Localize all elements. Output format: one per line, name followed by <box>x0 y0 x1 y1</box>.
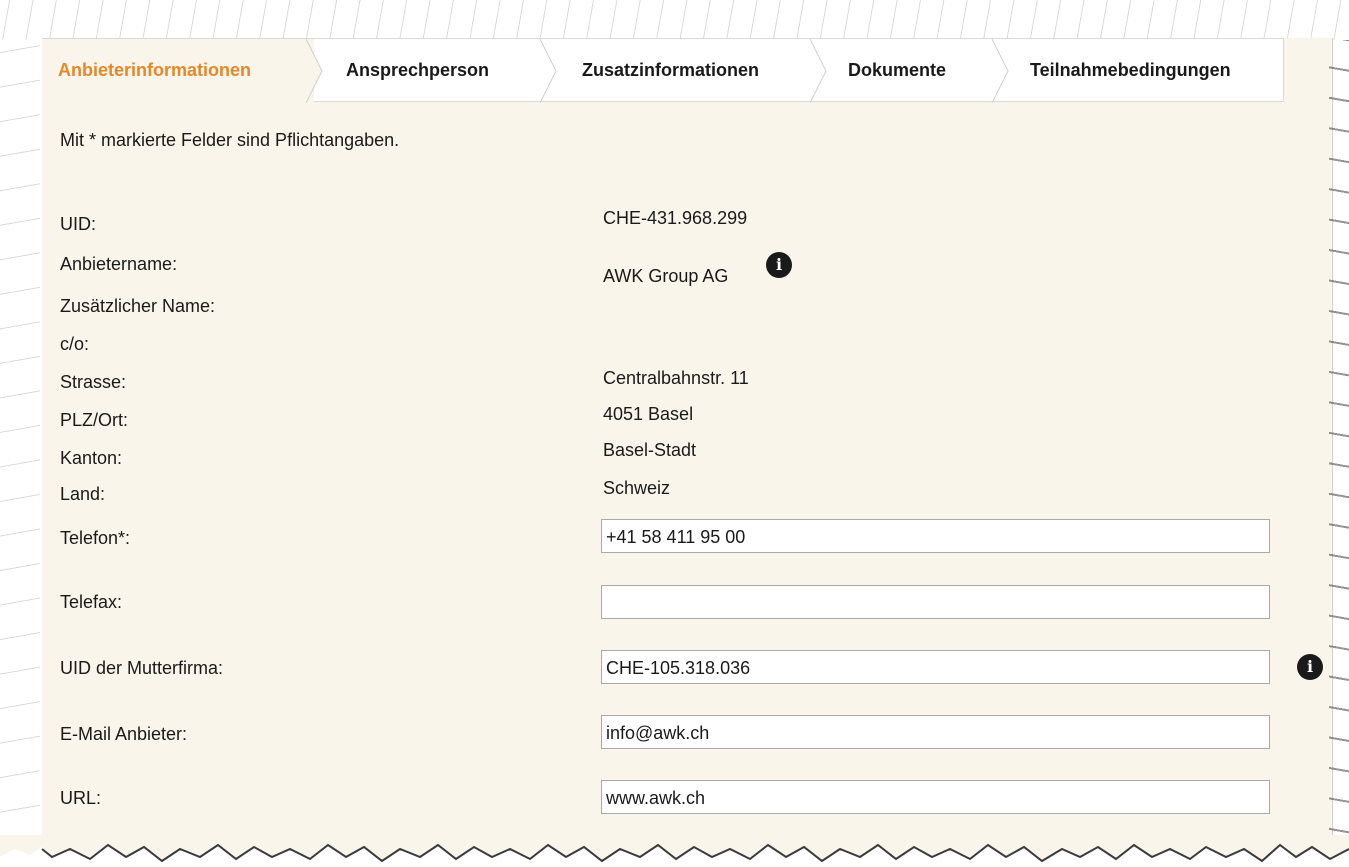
telefon-field[interactable] <box>601 519 1270 553</box>
label-strasse: Strasse: <box>60 372 127 392</box>
label-uid: UID: <box>60 214 96 234</box>
tab-separator <box>809 39 827 103</box>
tab-bar: Anbieterinformationen Ansprechperson Zus… <box>42 38 1284 103</box>
value-kanton: Basel-Stadt <box>603 440 697 460</box>
label-co: c/o: <box>60 334 90 354</box>
telefax-field[interactable] <box>601 585 1270 619</box>
value-land: Schweiz <box>603 478 671 498</box>
label-land: Land: <box>60 484 106 504</box>
torn-edge-left <box>0 40 40 840</box>
required-fields-note: Mit * markierte Felder sind Pflichtangab… <box>60 130 400 150</box>
info-icon[interactable]: i <box>766 252 792 278</box>
tab-label: Ansprechperson <box>346 59 490 80</box>
label-url: URL: <box>60 788 102 808</box>
label-plz-ort: PLZ/Ort: <box>60 410 129 430</box>
tab-separator <box>539 39 557 103</box>
value-uid: CHE-431.968.299 <box>603 208 748 228</box>
label-telefon: Telefon*: <box>60 528 131 548</box>
tab-label: Dokumente <box>848 59 947 80</box>
torn-edge-bottom <box>0 835 1349 867</box>
tab-label: Teilnahmebedingungen <box>1030 59 1231 80</box>
tab-separator <box>305 39 323 103</box>
label-uid-mutterfirma: UID der Mutterfirma: <box>60 658 224 678</box>
label-telefax: Telefax: <box>60 592 123 612</box>
tab-ansprechperson[interactable]: Ansprechperson <box>314 38 557 103</box>
torn-edge-top <box>0 0 1349 40</box>
uid-mutterfirma-field[interactable] <box>601 650 1270 684</box>
torn-edge-right <box>1329 40 1349 840</box>
label-anbietername: Anbietername: <box>60 254 178 274</box>
label-kanton: Kanton: <box>60 448 123 468</box>
value-strasse: Centralbahnstr. 11 <box>603 368 749 388</box>
tab-separator <box>991 39 1009 103</box>
tab-teilnahmebedingungen[interactable]: Teilnahmebedingungen <box>1000 38 1284 102</box>
tab-label: Anbieterinformationen <box>58 60 252 80</box>
value-plz-ort: 4051 Basel <box>603 404 694 424</box>
value-anbietername: AWK Group AG <box>603 266 729 286</box>
label-email-anbieter: E-Mail Anbieter: <box>60 724 188 744</box>
email-anbieter-field[interactable] <box>601 715 1270 749</box>
label-zusaetzlicher-name: Zusätzlicher Name: <box>60 296 216 316</box>
tab-label: Zusatzinformationen <box>582 59 760 80</box>
tab-dokumente[interactable]: Dokumente <box>818 38 1009 103</box>
tab-anbieterinformationen[interactable]: Anbieterinformationen <box>42 38 323 103</box>
url-field[interactable] <box>601 780 1270 814</box>
info-icon[interactable]: i <box>1297 654 1323 680</box>
tab-zusatzinformationen[interactable]: Zusatzinformationen <box>548 38 827 103</box>
